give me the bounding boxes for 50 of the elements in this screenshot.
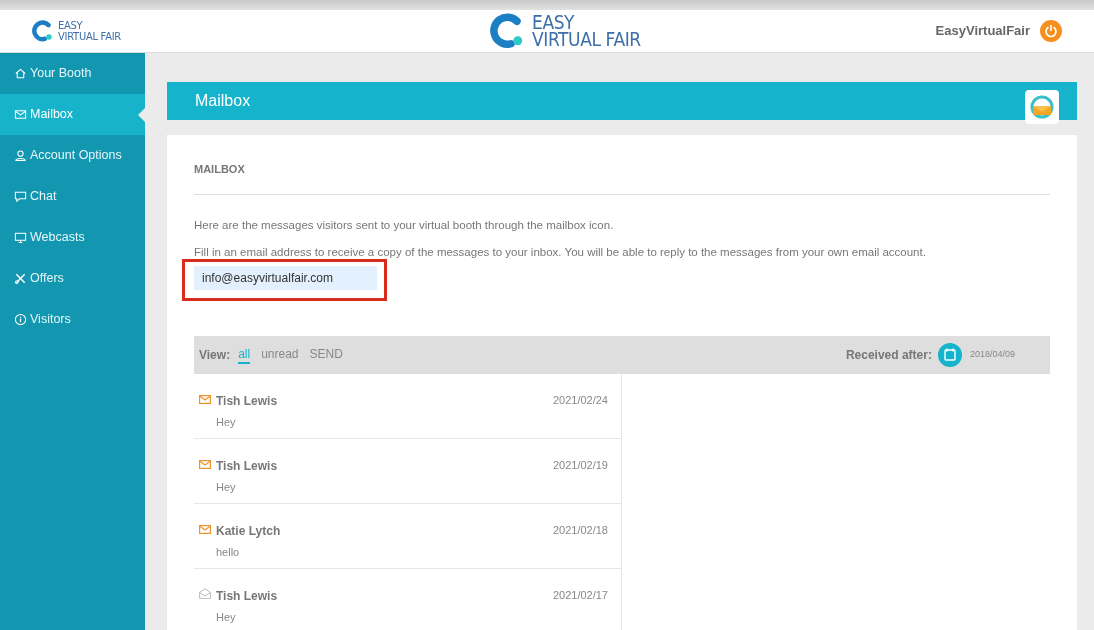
sidebar-item[interactable]: Account Options (0, 135, 145, 176)
message-row[interactable]: Tish Lewis Hey 2021/02/24 (194, 374, 621, 439)
page-title: Mailbox (195, 91, 251, 111)
info-icon (14, 313, 27, 326)
user-icon (14, 149, 27, 162)
sidebar-item[interactable]: Webcasts (0, 217, 145, 258)
active-pointer (138, 108, 145, 122)
power-icon[interactable] (1040, 20, 1062, 42)
monitor-icon (14, 231, 27, 244)
view-label: View: (199, 347, 231, 364)
mail-icon (14, 108, 27, 121)
sidebar-item[interactable]: Mailbox (0, 94, 145, 135)
filter-tab[interactable]: all (238, 346, 251, 364)
message-row[interactable]: Tish Lewis Hey 2021/02/19 (194, 439, 621, 504)
sidebar-item[interactable]: Your Booth (0, 53, 145, 94)
filter-tab[interactable]: unread (261, 346, 299, 364)
message-preview: Hey (216, 415, 237, 430)
sender-name: Katie Lytch (216, 523, 281, 540)
received-label: Received after: (845, 347, 932, 364)
sender-name: Tish Lewis (216, 458, 278, 475)
message-date: 2021/02/17 (552, 588, 608, 603)
message-date: 2021/02/18 (552, 523, 608, 538)
user-name: EasyVirtualFair (935, 22, 1030, 41)
logo-text: EASY (532, 14, 575, 31)
mail-badge-icon (1025, 90, 1059, 124)
email-field[interactable]: info@easyvirtualfair.com (194, 266, 377, 290)
filter-tab[interactable]: SEND (309, 346, 343, 364)
sidebar-item[interactable]: Offers (0, 258, 145, 299)
chat-icon (14, 190, 27, 203)
sender-name: Tish Lewis (216, 393, 278, 410)
logo-text: VIRTUAL FAIR (58, 31, 121, 42)
logo-text: VIRTUAL FAIR (532, 31, 641, 48)
message-preview: hello (216, 545, 241, 560)
message-date: 2021/02/24 (552, 393, 608, 408)
message-row[interactable]: Tish Lewis Hey 2021/02/17 (194, 569, 621, 630)
sidebar-item[interactable]: Visitors (0, 299, 145, 340)
message-preview: Hey (216, 480, 237, 495)
home-icon (14, 67, 27, 80)
logo-text: EASY (58, 20, 84, 31)
sidebar-item[interactable]: Chat (0, 176, 145, 217)
calendar-icon[interactable] (937, 343, 962, 367)
message-preview: Hey (216, 610, 237, 625)
intro-text: Here are the messages visitors sent to your virtual booth through the mailbox icon. (194, 217, 615, 233)
message-row[interactable]: Katie Lytch hello 2021/02/18 (194, 504, 621, 569)
received-date: 2018/04/09 (969, 348, 1015, 362)
sender-name: Tish Lewis (216, 588, 278, 605)
hint-text: Fill in an email address to receive a copy of the messages to your inbox. You will be able to reply to the messages from your own email account. (194, 244, 927, 260)
message-date: 2021/02/19 (552, 458, 608, 473)
logo-icon (32, 20, 54, 42)
section-title: MAILBOX (194, 161, 1050, 195)
